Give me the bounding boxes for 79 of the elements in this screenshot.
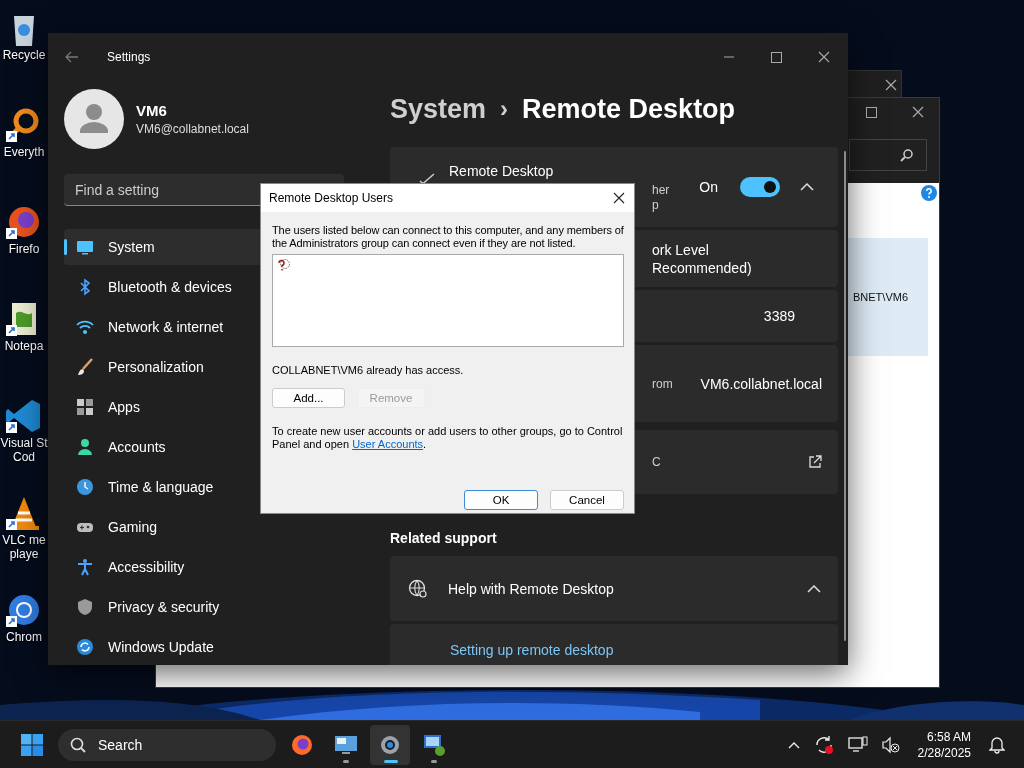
desktop-icon-label: Firefo: [8, 242, 40, 256]
description-fragment: her: [652, 183, 671, 198]
dialog-button[interactable]: Add...: [272, 388, 345, 408]
globe-icon: [408, 578, 428, 599]
external-link-icon[interactable]: [808, 455, 822, 469]
access-status: COLLABNET\VM6 already has access.: [272, 364, 465, 376]
nav-item[interactable]: Gaming: [64, 509, 344, 545]
close-icon[interactable]: [818, 51, 830, 63]
dialog-button[interactable]: Cancel: [550, 490, 624, 510]
nav-icon: [76, 398, 94, 416]
toggle-state-label: On: [699, 179, 718, 195]
taskbar-app[interactable]: [370, 724, 410, 765]
unknown-user-icon[interactable]: [277, 258, 291, 272]
help-card[interactable]: Help with Remote Desktop: [390, 556, 838, 621]
app-icon: [422, 732, 446, 757]
nav-icon: [76, 438, 94, 456]
help-icon[interactable]: [921, 185, 937, 201]
nav-icon: [76, 358, 94, 376]
search-icon: [70, 736, 86, 753]
chevron-icon[interactable]: [807, 584, 821, 593]
dialog-button[interactable]: OK: [464, 490, 538, 510]
app-icon: [290, 732, 314, 757]
notification-bell-icon[interactable]: [989, 735, 1005, 754]
user-email: VM6@collabnet.local: [136, 122, 249, 136]
nav-icon: [76, 238, 94, 256]
description-fragment: p: [652, 198, 660, 213]
chevron-icon[interactable]: [787, 740, 800, 749]
toggle-switch[interactable]: [740, 177, 780, 197]
nav-icon: [76, 558, 94, 576]
pc-name-value: VM6.collabnet.local: [700, 375, 822, 392]
nav-item[interactable]: Windows Update: [64, 629, 344, 665]
nav-icon: [76, 598, 94, 616]
desktop-icon-label: Cod: [13, 450, 35, 464]
help-link[interactable]: Setting up remote desktop: [450, 642, 614, 658]
page-title: Remote Desktop: [522, 93, 736, 125]
search-field[interactable]: [849, 139, 927, 171]
setting-text-fragment: rom: [652, 375, 673, 393]
close-icon[interactable]: [912, 106, 924, 118]
setting-text-fragment: Recommended): [652, 258, 752, 277]
search-icon: [900, 148, 914, 162]
breadcrumb-parent[interactable]: System: [390, 93, 487, 125]
setting-text-fragment: C: [652, 454, 661, 471]
maximize-icon[interactable]: [866, 106, 877, 118]
setting-title: Remote Desktop: [449, 163, 555, 179]
desktop-icon-label: Recycle: [2, 48, 46, 62]
sync-icon[interactable]: [813, 734, 834, 755]
port-value: 3389: [763, 308, 795, 324]
user-name: VM6: [136, 102, 168, 119]
nav-icon: [76, 478, 94, 496]
desktop-icon-label: Everyth: [3, 145, 45, 159]
section-heading: Related support: [390, 530, 498, 546]
desktop-icon-label: Visual St: [0, 436, 48, 450]
close-icon[interactable]: [613, 192, 625, 204]
volume-muted-icon[interactable]: [881, 735, 900, 754]
avatar-icon[interactable]: [64, 89, 124, 149]
clock-date[interactable]: 2/28/2025: [917, 744, 971, 761]
dialog-note: To create new user accounts or add users to other groups, go to Control Panel and open User Accounts.: [272, 425, 624, 451]
desktop-icon-label: Chrom: [6, 630, 42, 644]
help-title: Help with Remote Desktop: [448, 580, 614, 597]
start-icon[interactable]: [21, 733, 43, 756]
desktop-icon-label: playe: [9, 547, 39, 561]
nav-icon: [76, 318, 94, 336]
desktop-icon-label: VLC me: [2, 533, 46, 547]
back-arrow-icon[interactable]: [65, 51, 79, 63]
desktop-icon-label: Notepa: [4, 339, 44, 353]
clock-time[interactable]: 6:58 AM: [926, 728, 971, 745]
setting-text-fragment: ork Level: [652, 240, 709, 259]
network-icon[interactable]: [847, 735, 868, 754]
nav-item[interactable]: Accessibility: [64, 549, 344, 585]
close-icon[interactable]: [885, 79, 897, 91]
window-title: Settings: [107, 50, 151, 64]
maximize-icon[interactable]: [771, 51, 782, 63]
nav-item[interactable]: Privacy & security: [64, 589, 344, 625]
breadcrumb-separator: ›: [500, 95, 509, 123]
search-label: Search: [98, 736, 143, 753]
chevron-icon[interactable]: [800, 183, 814, 191]
taskbar-search[interactable]: Search: [58, 728, 276, 761]
check-icon: [419, 173, 435, 184]
nav-icon: [76, 638, 94, 656]
